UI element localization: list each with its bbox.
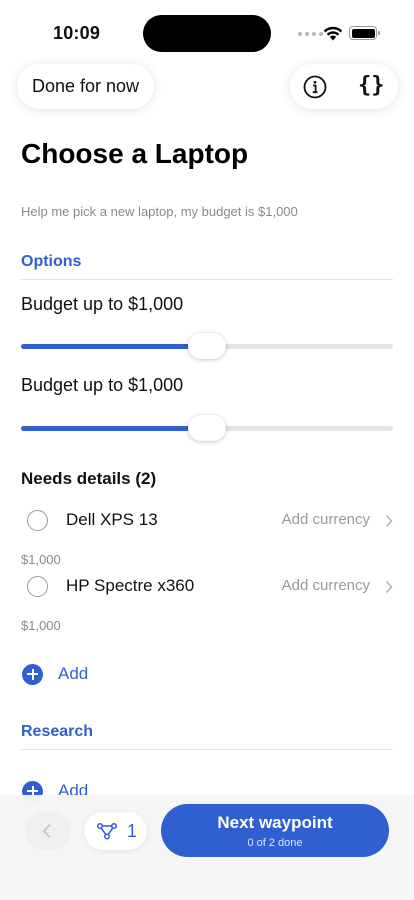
wifi-icon [323,26,343,41]
dynamic-island [143,15,271,52]
options-divider [21,279,393,280]
slider-fill [21,344,207,349]
radio-button[interactable] [27,510,48,531]
done-for-now-button[interactable]: Done for now [17,64,154,109]
waypoint-graph-icon [97,822,117,840]
slider-fill [21,426,207,431]
budget-slider[interactable] [21,331,393,361]
slider-thumb[interactable] [188,333,226,359]
waypoint-count: 1 [127,821,138,841]
status-time: 10:09 [53,23,101,43]
slider-thumb[interactable] [188,415,226,441]
battery-icon [349,26,380,40]
add-label: Add [58,664,89,683]
item-price: $1,000 [21,618,61,633]
add-currency-link[interactable]: Add currency [282,577,370,594]
signal-icon [298,32,323,36]
add-currency-link[interactable]: Add currency [282,511,370,528]
item-price: $1,000 [21,552,61,567]
next-waypoint-label: Next waypoint [217,812,333,832]
status-bar: 10:09 [0,0,414,60]
options-section-header: Options [21,253,82,270]
budget-slider-label: Budget up to $1,000 [21,375,184,395]
page-title: Choose a Laptop [21,138,249,169]
info-circle-icon[interactable] [303,75,327,99]
list-item[interactable]: HP Spectre x360 Add currency [21,572,393,602]
plus-circle-icon [22,663,43,685]
needs-details-title: Needs details (2) [21,469,157,488]
research-section-header: Research [21,723,94,740]
budget-slider[interactable] [21,413,393,443]
item-name: Dell XPS 13 [66,510,158,529]
chevron-right-icon [385,514,393,528]
chevron-right-icon [385,580,393,594]
next-waypoint-button[interactable]: Next waypoint 0 of 2 done [161,804,389,857]
waypoints-button[interactable]: 1 [84,812,147,850]
research-divider [21,749,393,750]
bottom-toolbar: 1 Next waypoint 0 of 2 done [0,795,414,900]
code-braces-icon[interactable]: {} [358,73,385,98]
progress-text: 0 of 2 done [247,836,303,849]
item-name: HP Spectre x360 [66,576,195,595]
list-item[interactable]: Dell XPS 13 Add currency [21,506,393,536]
budget-slider-label: Budget up to $1,000 [21,294,184,314]
page-subtitle: Help me pick a new laptop, my budget is … [21,204,298,219]
add-option-button[interactable]: Add [22,662,88,686]
chevron-left-icon [42,823,51,839]
radio-button[interactable] [27,576,48,597]
header-actions: {} [290,64,398,109]
previous-button[interactable] [25,812,71,850]
